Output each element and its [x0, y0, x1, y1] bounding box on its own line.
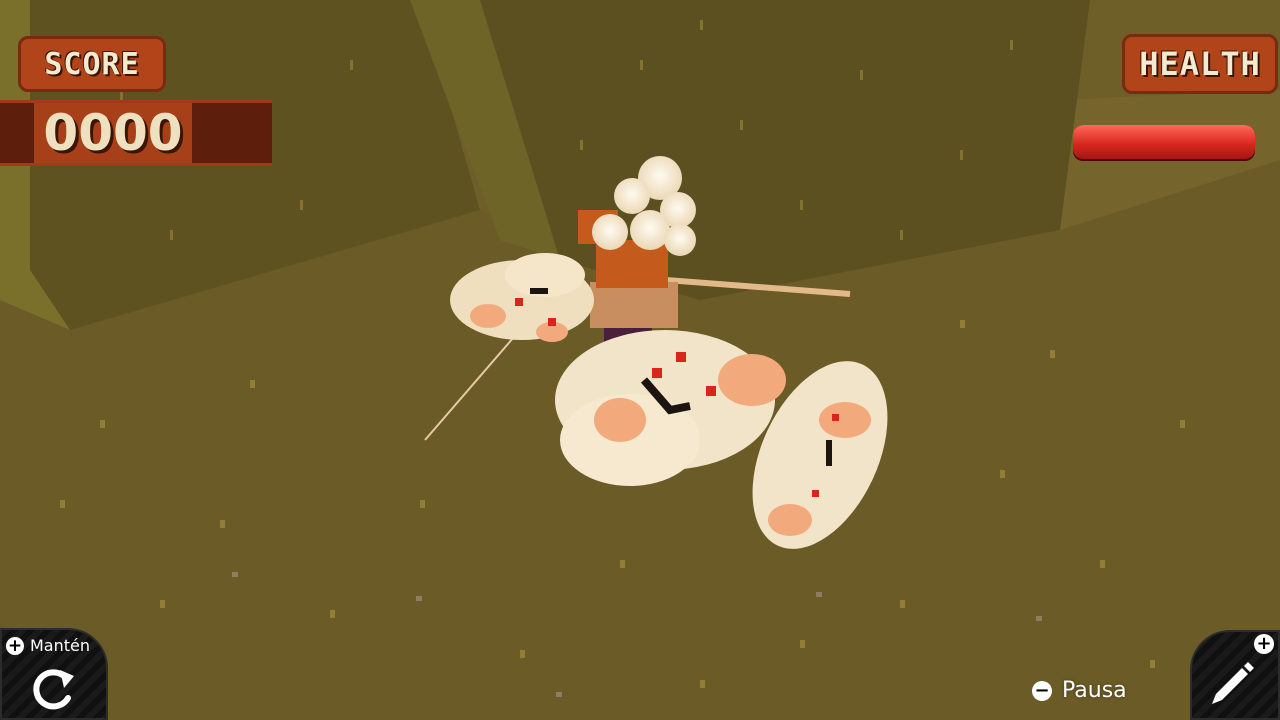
pause-label: Pausa [1062, 678, 1127, 703]
restart-icon[interactable] [26, 664, 80, 714]
hold-label: Mantén [30, 636, 91, 655]
pause-control[interactable]: − Pausa [1032, 678, 1127, 703]
plus-icon: + [1254, 634, 1274, 654]
health-bar-fill [1073, 125, 1255, 159]
health-bar [1073, 125, 1255, 159]
score-value: 0000 [43, 104, 183, 162]
score-label: SCORE [18, 36, 166, 92]
pencil-icon[interactable] [1206, 656, 1258, 708]
plus-icon: + [6, 636, 24, 656]
score-display: 0000 [0, 100, 272, 166]
score-value-panel: 0000 [34, 103, 192, 163]
minus-icon: − [1032, 680, 1052, 701]
health-label: HEALTH [1122, 34, 1278, 94]
